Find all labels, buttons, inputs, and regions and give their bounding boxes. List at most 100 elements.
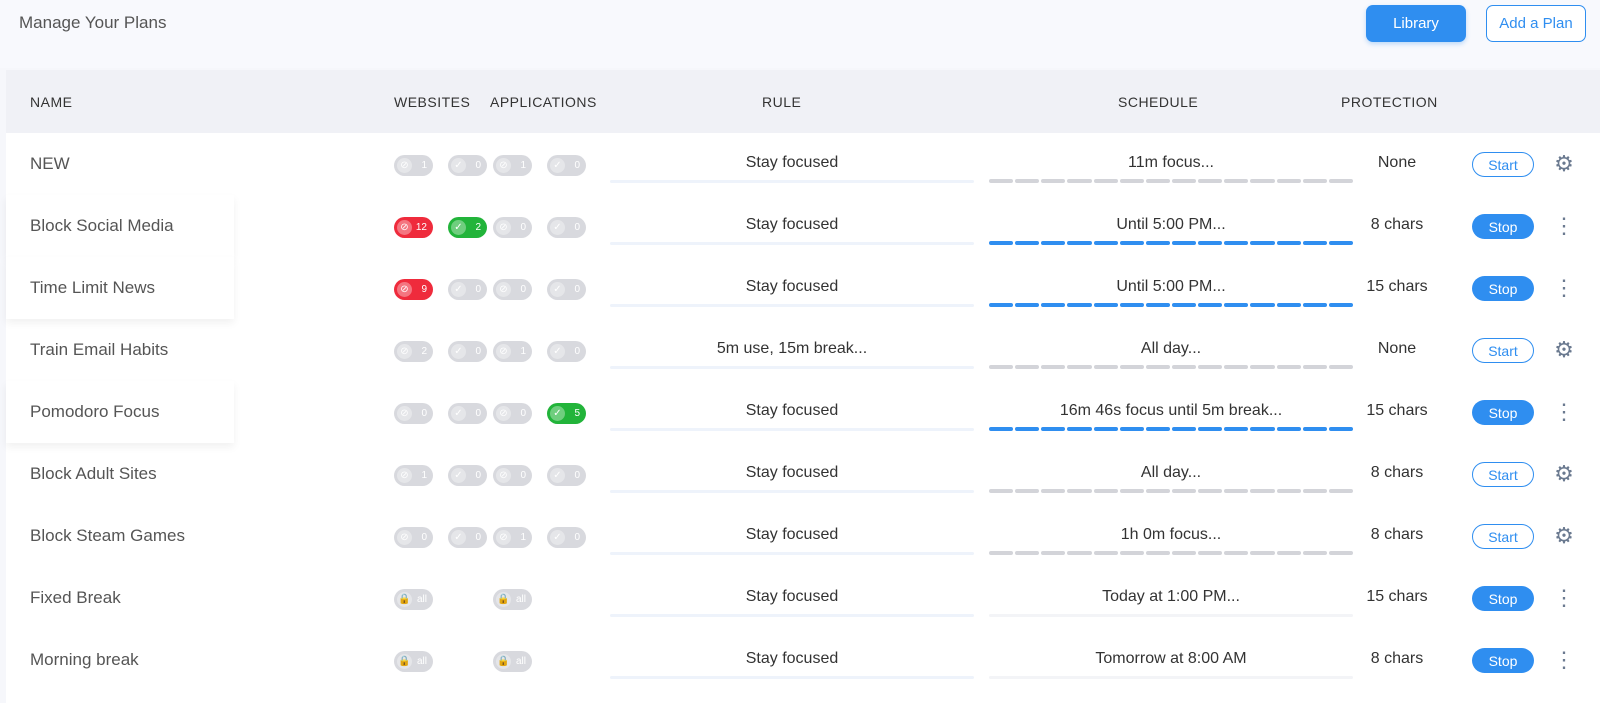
table-row[interactable]: Fixed Break 🔒 all 🔒 all Stay focused Today at … <box>6 567 1600 629</box>
start-button[interactable]: Start <box>1472 152 1534 177</box>
plan-name[interactable]: Block Adult Sites <box>30 464 157 484</box>
stop-button[interactable]: Stop <box>1472 400 1534 425</box>
table-row[interactable]: Train Email Habits ⊘ 2 ✓ 0 ⊘ 1 ✓ 0 5m use, 15m br… <box>6 319 1600 381</box>
start-button[interactable]: Start <box>1472 462 1534 487</box>
column-applications[interactable]: APPLICATIONS <box>490 94 597 110</box>
schedule-text[interactable]: Until 5:00 PM... <box>989 278 1353 296</box>
websites-count-pill[interactable]: ✓ 0 <box>448 403 487 424</box>
websites-count-pill[interactable]: ✓ 0 <box>448 341 487 362</box>
applications-count-pill[interactable]: ✓ 0 <box>547 341 586 362</box>
start-button[interactable]: Start <box>1472 338 1534 363</box>
more-options-icon[interactable]: ⋮ <box>1553 213 1575 239</box>
schedule-segment <box>1093 551 1118 555</box>
schedule-text[interactable]: 16m 46s focus until 5m break... <box>989 402 1353 420</box>
applications-count-pill[interactable]: ⊘ 1 <box>493 155 532 176</box>
plan-name[interactable]: NEW <box>30 154 70 174</box>
plan-name[interactable]: Pomodoro Focus <box>30 402 159 422</box>
rule-text[interactable]: 5m use, 15m break... <box>610 340 974 358</box>
rule-text[interactable]: Stay focused <box>610 216 974 234</box>
schedule-segment <box>1119 489 1144 493</box>
applications-count-pill[interactable]: ✓ 0 <box>547 217 586 238</box>
more-options-icon[interactable]: ⋮ <box>1553 275 1575 301</box>
websites-count-pill[interactable]: ✓ 2 <box>448 217 487 238</box>
table-row[interactable]: Block Steam Games ⊘ 0 ✓ 0 ⊘ 1 ✓ 0 Stay focused 1h … <box>6 505 1600 567</box>
stop-button[interactable]: Stop <box>1472 648 1534 673</box>
plan-name[interactable]: Fixed Break <box>30 588 121 608</box>
schedule-text[interactable]: 11m focus... <box>989 154 1353 172</box>
column-rule[interactable]: RULE <box>762 94 801 110</box>
more-options-icon[interactable]: ⋮ <box>1553 585 1575 611</box>
applications-count-pill[interactable]: ✓ 0 <box>547 155 586 176</box>
plan-name[interactable]: Block Steam Games <box>30 526 185 546</box>
schedule-segment <box>1093 241 1118 245</box>
check-icon: ✓ <box>451 530 466 545</box>
schedule-text[interactable]: All day... <box>989 340 1353 358</box>
plan-name[interactable]: Block Social Media <box>30 216 174 236</box>
table-row[interactable]: Block Adult Sites ⊘ 1 ✓ 0 ⊘ 0 ✓ 0 Stay focused All… <box>6 443 1600 505</box>
rule-text[interactable]: Stay focused <box>610 402 974 420</box>
websites-count-pill[interactable]: 🔒 all <box>394 589 433 610</box>
rule-text[interactable]: Stay focused <box>610 278 974 296</box>
rule-text[interactable]: Stay focused <box>610 464 974 482</box>
table-row[interactable]: NEW ⊘ 1 ✓ 0 ⊘ 1 ✓ 0 Stay focused 11m focus... None S… <box>6 133 1600 195</box>
table-row[interactable]: Block Social Media ⊘ 12 ✓ 2 ⊘ 0 ✓ 0 Stay focused U… <box>6 195 1600 257</box>
plan-name[interactable]: Train Email Habits <box>30 340 168 360</box>
column-websites[interactable]: WEBSITES <box>394 94 470 110</box>
column-protection[interactable]: PROTECTION <box>1341 94 1438 110</box>
start-button[interactable]: Start <box>1472 524 1534 549</box>
websites-count-pill[interactable]: ⊘ 2 <box>394 341 433 362</box>
schedule-text[interactable]: Tomorrow at 8:00 AM <box>989 650 1353 668</box>
applications-count-pill[interactable]: ⊘ 0 <box>493 403 532 424</box>
websites-count-pill[interactable]: ⊘ 9 <box>394 279 433 300</box>
table-row[interactable]: Time Limit News ⊘ 9 ✓ 0 ⊘ 0 ✓ 0 Stay focused Until… <box>6 257 1600 319</box>
column-name[interactable]: NAME <box>30 94 72 110</box>
applications-count-pill[interactable]: ⊘ 1 <box>493 341 532 362</box>
websites-count-pill[interactable]: ⊘ 0 <box>394 403 433 424</box>
gear-icon[interactable]: ⚙ <box>1554 461 1574 487</box>
websites-count-pill[interactable]: ✓ 0 <box>448 527 487 548</box>
websites-count-pill[interactable]: ✓ 0 <box>448 465 487 486</box>
gear-icon[interactable]: ⚙ <box>1554 523 1574 549</box>
rule-text[interactable]: Stay focused <box>610 154 974 172</box>
protection-value: 8 chars <box>1370 216 1424 233</box>
schedule-text[interactable]: Today at 1:00 PM... <box>989 588 1353 606</box>
gear-icon[interactable]: ⚙ <box>1554 337 1574 363</box>
table-row[interactable]: Pomodoro Focus ⊘ 0 ✓ 0 ⊘ 0 ✓ 5 Stay focused 16m 46… <box>6 381 1600 443</box>
websites-count-pill[interactable]: 🔒 all <box>394 651 433 672</box>
stop-button[interactable]: Stop <box>1472 214 1534 239</box>
table-row[interactable]: Morning break 🔒 all 🔒 all Stay focused Tomorro… <box>6 629 1600 691</box>
websites-count-pill[interactable]: ⊘ 1 <box>394 155 433 176</box>
plan-name[interactable]: Time Limit News <box>30 278 155 298</box>
applications-count-pill[interactable]: ⊘ 0 <box>493 217 532 238</box>
websites-count-pill[interactable]: ⊘ 0 <box>394 527 433 548</box>
add-plan-button[interactable]: Add a Plan <box>1486 5 1586 42</box>
applications-count-pill[interactable]: ⊘ 0 <box>493 279 532 300</box>
applications-count-pill[interactable]: ✓ 5 <box>547 403 586 424</box>
websites-count-pill[interactable]: ✓ 0 <box>448 279 487 300</box>
websites-count-pill[interactable]: ⊘ 1 <box>394 465 433 486</box>
rule-text[interactable]: Stay focused <box>610 650 974 668</box>
applications-count-pill[interactable]: ⊘ 0 <box>493 465 532 486</box>
rule-text[interactable]: Stay focused <box>610 588 974 606</box>
websites-count-pill[interactable]: ⊘ 12 <box>394 217 433 238</box>
applications-count-pill[interactable]: 🔒 all <box>493 589 532 610</box>
check-icon: ✓ <box>550 406 565 421</box>
more-options-icon[interactable]: ⋮ <box>1553 647 1575 673</box>
applications-count-pill[interactable]: ⊘ 1 <box>493 527 532 548</box>
gear-icon[interactable]: ⚙ <box>1554 151 1574 177</box>
column-schedule[interactable]: SCHEDULE <box>1118 94 1198 110</box>
plan-name[interactable]: Morning break <box>30 650 139 670</box>
schedule-text[interactable]: All day... <box>989 464 1353 482</box>
rule-text[interactable]: Stay focused <box>610 526 974 544</box>
schedule-text[interactable]: Until 5:00 PM... <box>989 216 1353 234</box>
applications-count-pill[interactable]: ✓ 0 <box>547 465 586 486</box>
websites-count-pill[interactable]: ✓ 0 <box>448 155 487 176</box>
applications-count-pill[interactable]: ✓ 0 <box>547 279 586 300</box>
stop-button[interactable]: Stop <box>1472 586 1534 611</box>
applications-count-pill[interactable]: ✓ 0 <box>547 527 586 548</box>
library-button[interactable]: Library <box>1366 5 1466 42</box>
more-options-icon[interactable]: ⋮ <box>1553 399 1575 425</box>
applications-count-pill[interactable]: 🔒 all <box>493 651 532 672</box>
stop-button[interactable]: Stop <box>1472 276 1534 301</box>
schedule-text[interactable]: 1h 0m focus... <box>989 526 1353 544</box>
